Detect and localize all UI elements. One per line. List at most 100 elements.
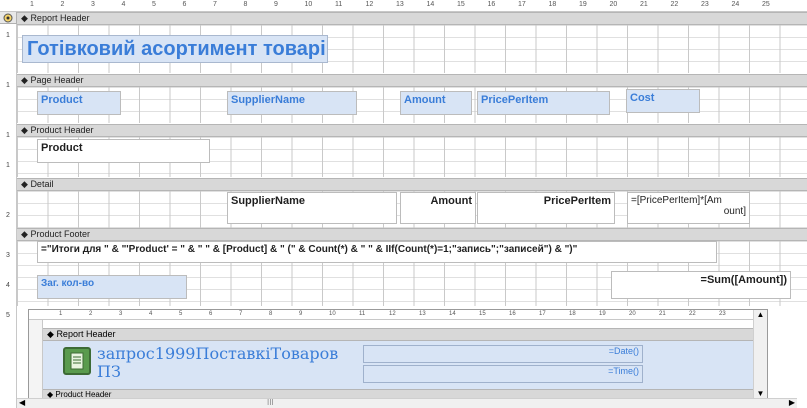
ruler-number: 12 (389, 311, 396, 317)
scroll-up-icon[interactable]: ▲ (754, 310, 767, 319)
ruler-number: 1 (6, 132, 10, 139)
ruler-number: 3 (119, 311, 123, 317)
ruler-number: 21 (640, 1, 648, 8)
report-icon (63, 347, 91, 375)
cost-label[interactable]: Cost (626, 89, 700, 113)
supplier-name-label[interactable]: SupplierName (227, 91, 357, 115)
vertical-scrollbar[interactable]: ▲ ▼ (753, 310, 767, 400)
price-per-item-label[interactable]: PricePerItem (477, 91, 610, 115)
ruler-number: 3 (6, 252, 10, 259)
ruler-number: 12 (365, 1, 374, 8)
scroll-grip[interactable]: III (267, 398, 274, 407)
ruler-number: 20 (609, 1, 618, 8)
scroll-left-icon[interactable]: ◀ (19, 398, 25, 407)
ruler-number: 23 (701, 1, 709, 8)
ruler-number: 18 (548, 1, 557, 8)
collapse-icon: ◆ (21, 125, 28, 135)
ruler-number: 11 (359, 311, 366, 317)
ruler-number: 5 (152, 1, 156, 8)
report-title[interactable]: Готівковий асортимент товарів (22, 35, 328, 63)
product-field[interactable]: Product (37, 139, 210, 163)
cost-expr-line2: ount] (723, 206, 746, 217)
product-header-band[interactable]: Product (17, 137, 807, 177)
product-header-bar[interactable]: ◆ Product Header (17, 124, 807, 137)
ruler-number: 13 (419, 311, 426, 317)
scroll-right-icon[interactable]: ▶ (789, 398, 795, 407)
ruler-number: 7 (213, 1, 217, 8)
product-footer-band[interactable]: ="Итоги для " & "'Product' = " & " " & [… (17, 241, 807, 306)
ruler-number: 1 (59, 311, 63, 317)
ruler-number: 1 (6, 32, 10, 39)
ruler-number: 21 (659, 311, 666, 317)
ruler-number: 9 (274, 1, 278, 8)
subreport-header-band[interactable]: запрос1999ПоставкіТоваров ПЗ =Date() =Ti… (43, 341, 755, 389)
ruler-number: 24 (731, 1, 740, 8)
ruler-number: 1 (30, 1, 34, 8)
collapse-icon: ◆ (21, 229, 28, 239)
page-header-label: Page Header (30, 75, 84, 85)
horizontal-ruler: 1 2 3 4 5 6 7 8 9 10 11 12 13 14 15 16 17 18 19 20 21 22 23 24 2… (0, 0, 807, 12)
subreport-title-line1: запрос1999ПоставкіТоваров (97, 344, 339, 363)
ruler-number: 18 (569, 311, 576, 317)
product-footer-label: Product Footer (30, 229, 90, 239)
ruler-number: 25 (762, 1, 770, 8)
collapse-icon: ◆ (21, 75, 28, 85)
sum-amount-field[interactable]: =Sum([Amount]) (611, 271, 791, 299)
supplier-name-field[interactable]: SupplierName (227, 192, 397, 224)
cost-expr-line1: =[PricePerItem]*[Am (631, 195, 722, 206)
ruler-number: 19 (599, 311, 606, 317)
ruler-number: 16 (509, 311, 516, 317)
subreport-header-label: Report Header (56, 329, 116, 339)
product-footer-bar[interactable]: ◆ Product Footer (17, 228, 807, 241)
time-field[interactable]: =Time() (363, 365, 643, 383)
ruler-number: 5 (6, 312, 10, 319)
report-header-bar[interactable]: ◆ Report Header (17, 12, 807, 25)
page-header-bar[interactable]: ◆ Page Header (17, 74, 807, 87)
scroll-down-icon[interactable]: ▼ (754, 389, 767, 398)
subreport-ruler: 1 2 3 4 5 6 7 8 9 10 11 12 13 14 15 16 17 18 19 20 21 22 23 (29, 310, 759, 320)
ruler-number: 13 (396, 1, 404, 8)
total-quantity-label[interactable]: Заг. кол-во (37, 275, 187, 299)
subreport-control[interactable]: 1 2 3 4 5 6 7 8 9 10 11 12 13 14 15 16 17 18 19 20 21 22 23 ◆ … (28, 309, 768, 408)
date-field[interactable]: =Date() (363, 345, 643, 363)
detail-band[interactable]: SupplierName Amount PricePerItem =[Price… (17, 191, 807, 228)
report-selector-icon (3, 13, 13, 22)
detail-bar[interactable]: ◆ Detail (17, 178, 807, 191)
subreport-title-line2: ПЗ (97, 362, 121, 381)
product-label[interactable]: Product (37, 91, 121, 115)
ruler-number: 14 (449, 311, 456, 317)
ruler-number: 6 (209, 311, 213, 317)
report-header-label: Report Header (30, 13, 90, 23)
subreport-title[interactable]: запрос1999ПоставкіТоваров ПЗ (97, 345, 357, 385)
select-report-button[interactable] (0, 12, 17, 24)
ruler-number: 23 (719, 311, 726, 317)
ruler-number: 22 (670, 1, 679, 8)
ruler-number: 3 (91, 1, 95, 8)
price-per-item-field[interactable]: PricePerItem (477, 192, 615, 224)
report-header-band[interactable]: Готівковий асортимент товарів (17, 25, 807, 73)
ruler-number: 9 (299, 311, 303, 317)
ruler-number: 10 (304, 1, 313, 8)
ruler-number: 15 (479, 311, 486, 317)
product-header-label: Product Header (30, 125, 94, 135)
ruler-number: 16 (487, 1, 496, 8)
cost-field[interactable]: =[PricePerItem]*[Am ount] (627, 192, 750, 224)
ruler-number: 11 (335, 1, 343, 8)
ruler-number: 2 (89, 311, 93, 317)
ruler-number: 1 (6, 162, 10, 169)
subreport-header-bar[interactable]: ◆ Report Header (43, 328, 755, 341)
ruler-number: 17 (518, 1, 526, 8)
horizontal-scrollbar[interactable]: ◀ III ▶ (17, 398, 797, 408)
ruler-number: 19 (579, 1, 587, 8)
page-header-band[interactable]: Product SupplierName Amount PricePerItem… (17, 87, 807, 123)
ruler-number: 8 (269, 311, 273, 317)
ruler-number: 17 (539, 311, 546, 317)
summary-expression[interactable]: ="Итоги для " & "'Product' = " & " " & [… (37, 241, 717, 263)
collapse-icon: ◆ (21, 13, 28, 23)
collapse-icon: ◆ (47, 329, 54, 339)
collapse-icon: ◆ (21, 179, 28, 189)
ruler-number: 4 (149, 311, 153, 317)
amount-label[interactable]: Amount (400, 91, 472, 115)
amount-field[interactable]: Amount (400, 192, 476, 224)
ruler-number: 7 (239, 311, 243, 317)
